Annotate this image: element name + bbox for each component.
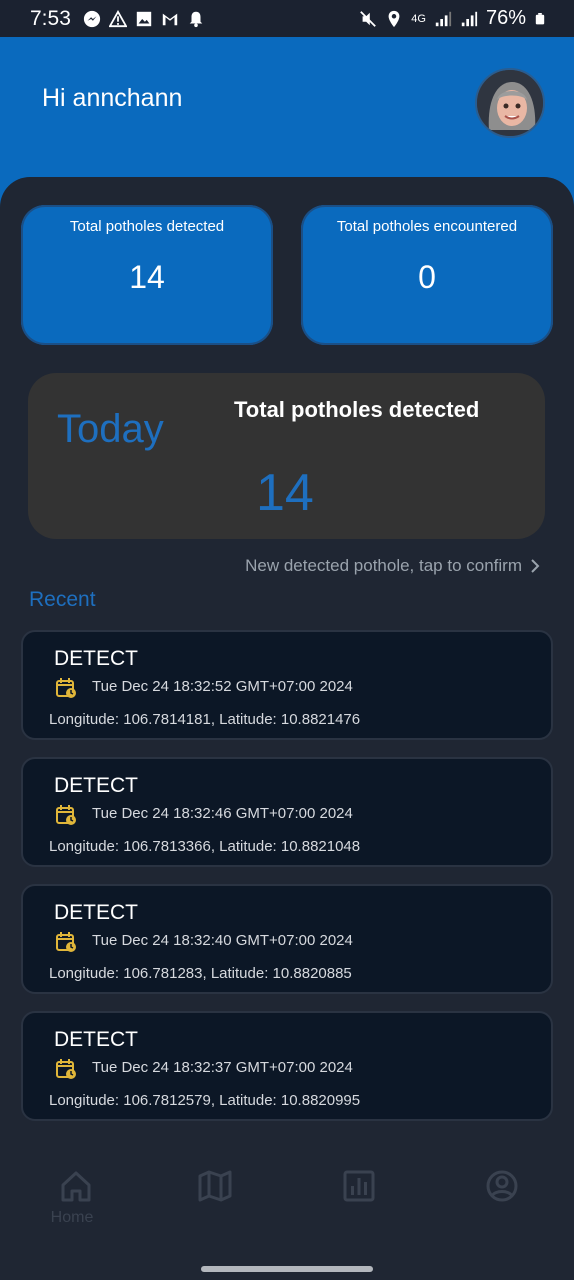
map-icon xyxy=(198,1170,232,1202)
avatar[interactable] xyxy=(475,68,545,138)
total-detected-label: Total potholes detected xyxy=(69,218,225,235)
recent-title: Recent xyxy=(29,588,96,611)
greeting-text: Hi annchann xyxy=(42,84,183,112)
warning-icon xyxy=(108,9,127,27)
recent-item-coords: Longitude: 106.7813366, Latitude: 10.882… xyxy=(49,838,361,855)
total-detected-card: Total potholes detected 14 xyxy=(21,205,273,345)
recent-item[interactable]: DETECT Tue Dec 24 18:32:40 GMT+07:00 202… xyxy=(21,884,553,994)
calendar-clock-icon xyxy=(56,805,76,825)
recent-item-coords: Longitude: 106.781283, Latitude: 10.8820… xyxy=(49,965,352,982)
today-card: Today Total potholes detected 14 xyxy=(28,373,545,539)
recent-item[interactable]: DETECT Tue Dec 24 18:32:37 GMT+07:00 202… xyxy=(21,1011,553,1121)
recent-item-date: Tue Dec 24 18:32:52 GMT+07:00 2024 xyxy=(92,678,353,695)
recent-item-date: Tue Dec 24 18:32:37 GMT+07:00 2024 xyxy=(92,1059,353,1076)
nav-profile[interactable] xyxy=(484,1168,520,1209)
calendar-clock-icon xyxy=(56,1059,76,1079)
avatar-memoji-icon xyxy=(477,70,543,136)
home-indicator-bar[interactable] xyxy=(201,1266,373,1272)
recent-item-type: DETECT xyxy=(54,647,138,670)
status-bar-left: 7:53 xyxy=(30,7,205,31)
signal-2-icon xyxy=(461,11,478,26)
recent-item-date: Tue Dec 24 18:32:46 GMT+07:00 2024 xyxy=(92,805,353,822)
bar-chart-icon xyxy=(343,1170,375,1202)
nav-home-label: Home xyxy=(50,1209,94,1226)
recent-item[interactable]: DETECT Tue Dec 24 18:32:46 GMT+07:00 202… xyxy=(21,757,553,867)
main-panel: Total potholes detected 14 Total pothole… xyxy=(0,177,574,1280)
gallery-icon xyxy=(136,11,152,26)
calendar-clock-icon xyxy=(56,932,76,952)
recent-item-date: Tue Dec 24 18:32:40 GMT+07:00 2024 xyxy=(92,932,353,949)
mute-icon xyxy=(360,10,377,27)
status-time: 7:53 xyxy=(30,6,71,30)
confirm-pothole-text: New detected pothole, tap to confirm xyxy=(245,556,522,575)
location-icon xyxy=(388,10,400,27)
recent-item-coords: Longitude: 106.7812579, Latitude: 10.882… xyxy=(49,1092,361,1109)
messenger-icon xyxy=(83,10,100,27)
status-bar-right: 4G 76% xyxy=(359,7,546,30)
network-type: 4G xyxy=(411,12,426,25)
total-detected-value: 14 xyxy=(129,259,165,295)
today-title: Total potholes detected xyxy=(234,397,480,422)
today-label: Today xyxy=(57,407,164,451)
recent-item-type: DETECT xyxy=(54,901,138,924)
nav-home[interactable]: Home xyxy=(46,1168,98,1227)
recent-item-type: DETECT xyxy=(54,774,138,797)
nav-map[interactable] xyxy=(197,1168,233,1209)
home-icon xyxy=(61,1171,91,1202)
account-circle-icon xyxy=(486,1170,518,1202)
total-encountered-card: Total potholes encountered 0 xyxy=(301,205,553,345)
recent-list: DETECT Tue Dec 24 18:32:52 GMT+07:00 202… xyxy=(21,630,553,1138)
confirm-pothole-link[interactable]: New detected pothole, tap to confirm xyxy=(245,556,540,576)
recent-item-coords: Longitude: 106.7814181, Latitude: 10.882… xyxy=(49,711,361,728)
status-bar: 7:53 4G 76% xyxy=(0,0,574,37)
recent-item-type: DETECT xyxy=(54,1028,138,1051)
battery-icon xyxy=(535,12,545,24)
nav-statistics[interactable] xyxy=(341,1168,377,1209)
total-encountered-value: 0 xyxy=(418,259,436,295)
recent-item[interactable]: DETECT Tue Dec 24 18:32:52 GMT+07:00 202… xyxy=(21,630,553,740)
signal-icon xyxy=(435,11,452,26)
total-encountered-label: Total potholes encountered xyxy=(336,218,518,235)
calendar-clock-icon xyxy=(56,678,76,698)
chevron-right-icon xyxy=(531,559,540,573)
notification-bell-icon xyxy=(189,11,203,27)
bottom-nav: Home xyxy=(0,1168,574,1248)
gmail-icon xyxy=(162,13,178,25)
battery-percent: 76% xyxy=(485,7,526,29)
today-value: 14 xyxy=(256,464,314,522)
